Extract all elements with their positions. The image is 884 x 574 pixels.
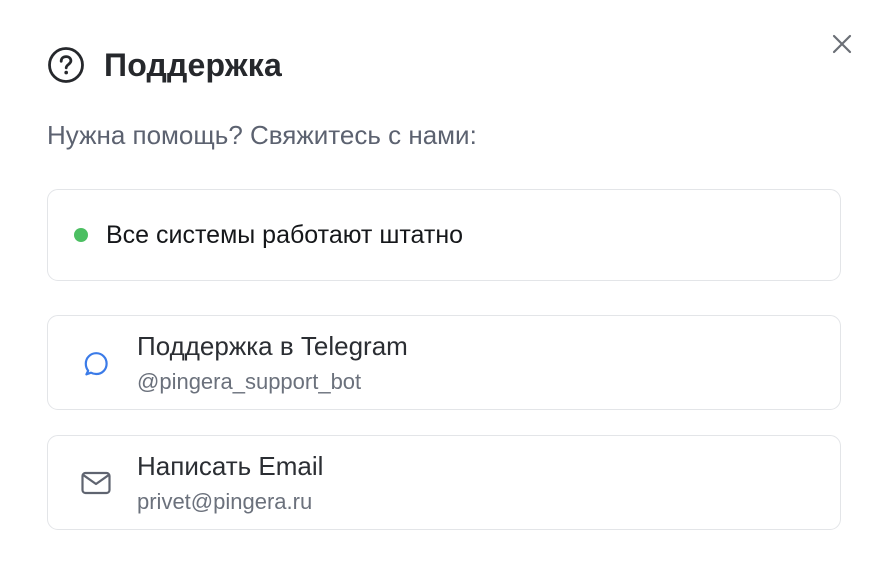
mail-icon — [79, 466, 113, 500]
dialog-title: Поддержка — [104, 46, 282, 83]
close-icon — [832, 34, 852, 54]
telegram-title: Поддержка в Telegram — [137, 330, 408, 361]
help-circle-icon — [48, 47, 84, 83]
email-title: Написать Email — [137, 450, 324, 481]
email-support-link[interactable]: Написать Email privet@pingera.ru — [47, 435, 841, 530]
telegram-handle: @pingera_support_bot — [137, 368, 362, 394]
support-dialog: Поддержка Нужна помощь? Свяжитесь с нами… — [0, 0, 884, 574]
email-text: Написать Email privet@pingera.ru — [137, 451, 323, 515]
dialog-subtitle: Нужна помощь? Свяжитесь с нами: — [47, 120, 477, 150]
telegram-text: Поддержка в Telegram @pingera_support_bo… — [137, 331, 408, 395]
status-text: Все системы работают штатно — [106, 220, 464, 249]
system-status-card: Все системы работают штатно — [47, 189, 841, 281]
message-circle-icon — [79, 346, 113, 380]
email-address: privet@pingera.ru — [137, 488, 313, 514]
close-button[interactable] — [828, 30, 856, 58]
dialog-header: Поддержка — [47, 46, 282, 84]
telegram-support-link[interactable]: Поддержка в Telegram @pingera_support_bo… — [47, 315, 841, 410]
status-indicator — [74, 228, 88, 242]
